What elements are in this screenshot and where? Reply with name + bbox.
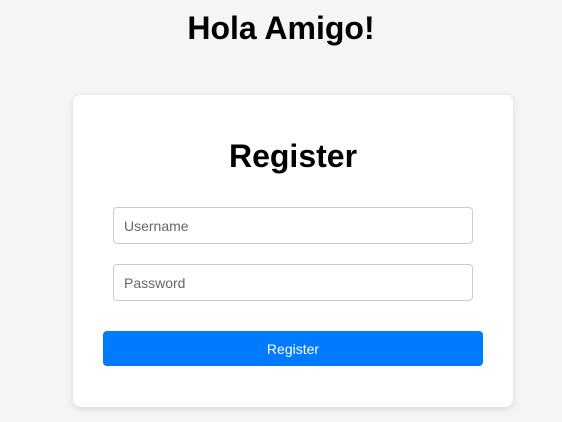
register-button[interactable]: Register <box>103 331 483 366</box>
password-input[interactable] <box>113 264 473 301</box>
username-input[interactable] <box>113 207 473 244</box>
register-form-title: Register <box>228 138 358 174</box>
page-title: Hola Amigo! <box>187 10 375 46</box>
register-card: Register Register <box>73 95 513 407</box>
